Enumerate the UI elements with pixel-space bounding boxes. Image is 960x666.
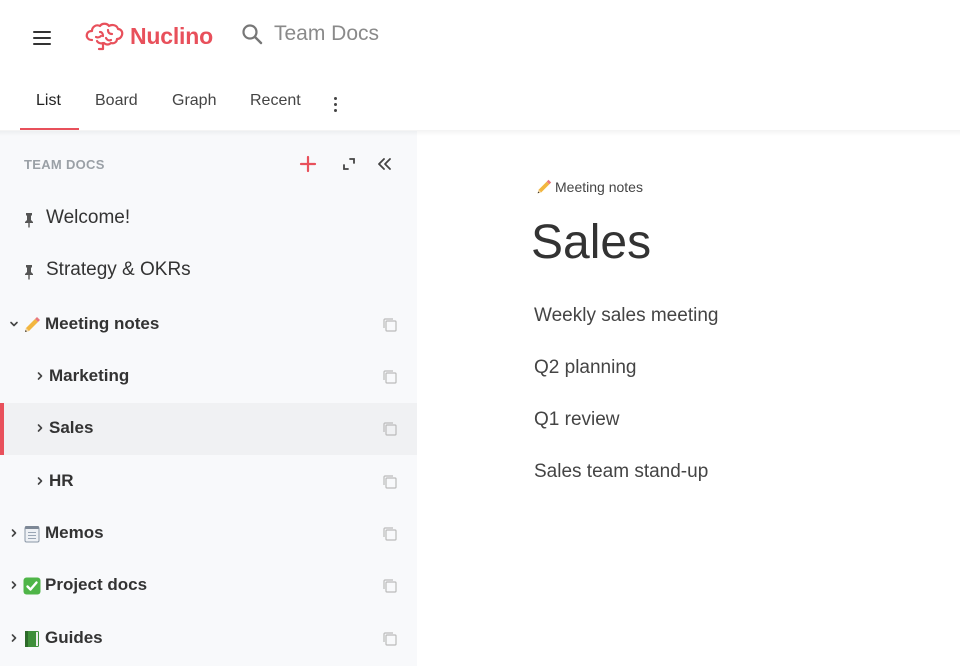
pencil-icon [537,179,552,194]
page-title[interactable]: Sales [531,215,651,270]
active-tab-indicator [20,128,79,130]
more-options-icon[interactable] [326,94,344,114]
notepad-icon [24,526,40,543]
sidebar-item-label: HR [49,471,74,490]
tab-recent[interactable]: Recent [250,92,301,130]
copy-icon[interactable] [382,526,398,542]
add-icon[interactable] [297,153,319,175]
copy-icon[interactable] [382,578,398,594]
sidebar-item-sales[interactable]: Sales [0,403,417,455]
green-book-icon [25,631,39,647]
breadcrumb[interactable]: Meeting notes [535,178,643,196]
doc-link[interactable]: Weekly sales meeting [534,305,718,327]
pin-icon [25,265,33,280]
collapse-sidebar-icon[interactable] [374,153,396,175]
view-tabs: List Board Graph Recent [0,80,960,132]
tab-graph[interactable]: Graph [172,92,216,130]
copy-icon[interactable] [382,474,398,490]
logo-text: Nuclino [130,22,213,49]
search-placeholder: Team Docs [274,22,380,45]
breadcrumb-label: Meeting notes [555,179,643,195]
search-bar[interactable]: Team Docs [240,22,379,46]
chevron-right-icon[interactable] [9,633,19,643]
sidebar-item-label: Welcome! [46,207,131,228]
chevron-right-icon[interactable] [35,423,45,433]
sidebar-item-label: Strategy & OKRs [46,259,191,280]
sidebar-item-strategy-okrs[interactable]: Strategy & OKRs [0,246,417,298]
brain-logo-icon [85,22,124,51]
doc-link[interactable]: Q1 review [534,409,620,431]
doc-link[interactable]: Sales team stand-up [534,461,708,483]
check-mark-icon [23,577,41,595]
copy-icon[interactable] [382,317,398,333]
hamburger-menu-icon[interactable] [24,22,60,54]
nuclino-logo[interactable]: Nuclino [84,20,213,52]
sidebar-item-label: Meeting notes [45,314,160,333]
sidebar-item-label: Sales [49,418,94,437]
chevron-right-icon[interactable] [9,528,19,538]
chevron-down-icon[interactable] [9,319,19,329]
tab-list[interactable]: List [36,92,61,130]
copy-icon[interactable] [382,631,398,647]
expand-icon[interactable] [338,153,360,175]
sidebar-item-project-docs[interactable]: Project docs [0,560,417,612]
sidebar-item-label: Memos [45,523,104,542]
pencil-icon [25,317,40,332]
top-bar: Nuclino Team Docs [0,0,960,76]
sidebar-item-memos[interactable]: Memos [0,508,417,560]
tab-board[interactable]: Board [95,92,138,130]
sidebar-item-label: Marketing [49,366,130,385]
chevron-right-icon[interactable] [35,476,45,486]
chevron-right-icon[interactable] [9,580,19,590]
sidebar-item-guides[interactable]: Guides [0,613,417,665]
sidebar: TEAM DOCS Welcome! Strategy & OKRs Meeti… [0,131,417,666]
sidebar-item-welcome[interactable]: Welcome! [0,194,417,246]
sidebar-item-label: Project docs [45,575,148,594]
doc-link[interactable]: Q2 planning [534,357,636,379]
document-panel: Meeting notes Sales Weekly sales meeting… [417,131,960,666]
sidebar-title: TEAM DOCS [24,157,105,172]
sidebar-item-hr[interactable]: HR [0,456,417,508]
sidebar-item-meeting-notes[interactable]: Meeting notes [0,299,417,351]
sidebar-item-marketing[interactable]: Marketing [0,351,417,403]
pin-icon [25,213,33,228]
sidebar-item-label: Guides [45,628,103,647]
chevron-right-icon[interactable] [35,371,45,381]
copy-icon[interactable] [382,421,398,437]
search-icon [242,24,263,45]
copy-icon[interactable] [382,369,398,385]
